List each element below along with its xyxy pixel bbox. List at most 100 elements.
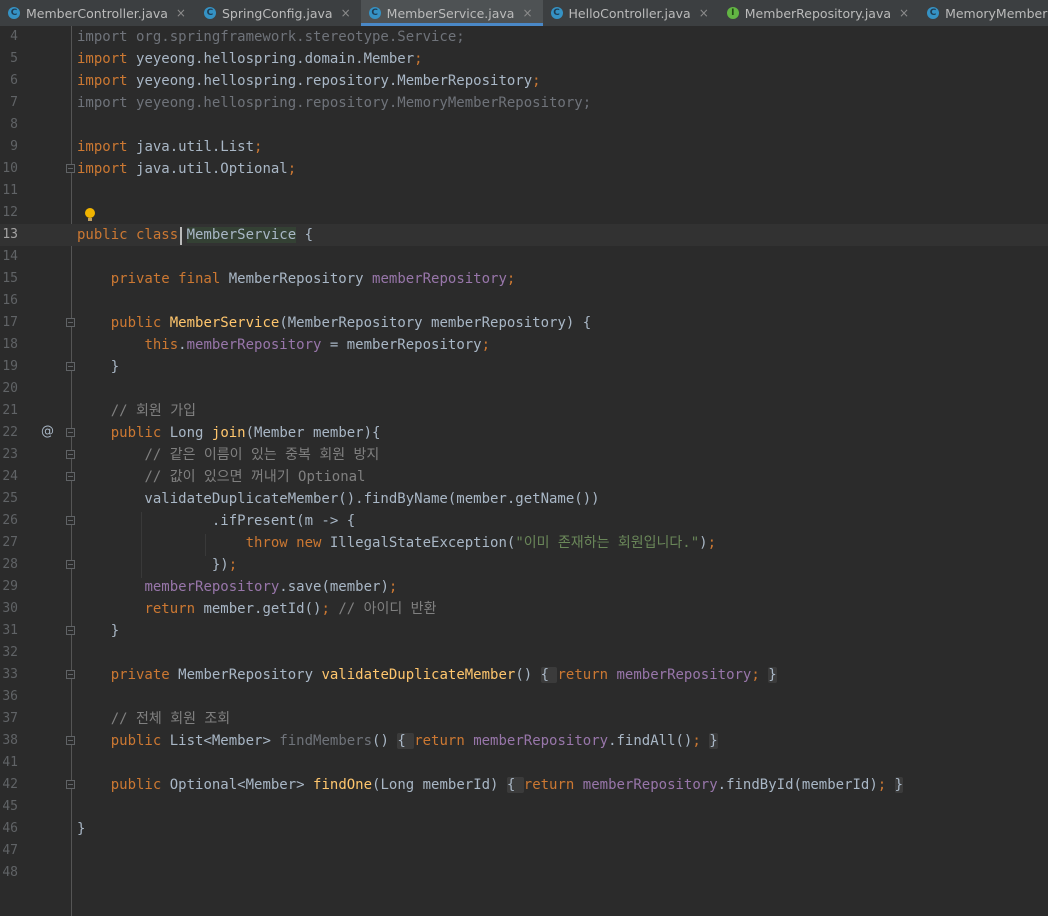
interface-icon: I: [726, 7, 739, 19]
line-number: 41: [2, 755, 18, 770]
code-line[interactable]: 19 }: [0, 356, 1048, 378]
tab-memberservice[interactable]: C MemberService.java ×: [360, 0, 543, 26]
code-line[interactable]: 11: [0, 180, 1048, 202]
code-line[interactable]: 45: [0, 796, 1048, 818]
fold-toggle-icon[interactable]: [66, 626, 75, 635]
fold-toggle-icon[interactable]: [66, 736, 75, 745]
close-icon[interactable]: ×: [341, 6, 351, 20]
line-number: 45: [2, 799, 18, 814]
code-line[interactable]: 32: [0, 642, 1048, 664]
fold-toggle-icon[interactable]: [66, 560, 75, 569]
code-text: import yeyeong.hellospring.repository.Me…: [77, 95, 592, 111]
fold-toggle-icon[interactable]: [66, 516, 75, 525]
line-number: 36: [2, 689, 18, 704]
code-text: throw new IllegalStateException("이미 존재하는…: [245, 535, 717, 551]
line-number: 15: [2, 271, 18, 286]
line-number: 37: [2, 711, 18, 726]
line-number: 23: [2, 447, 18, 462]
code-line[interactable]: 14: [0, 246, 1048, 268]
code-line[interactable]: 17 public MemberService(MemberRepository…: [0, 312, 1048, 334]
code-line[interactable]: 23 // 같은 이름이 있는 중복 회원 방지: [0, 444, 1048, 466]
code-line[interactable]: 16: [0, 290, 1048, 312]
override-icon[interactable]: @: [41, 424, 54, 439]
code-line[interactable]: 29 memberRepository.save(member);: [0, 576, 1048, 598]
code-line[interactable]: 15 private final MemberRepository member…: [0, 268, 1048, 290]
code-line[interactable]: 24 // 값이 있으면 꺼내기 Optional: [0, 466, 1048, 488]
line-number: 16: [2, 293, 18, 308]
code-line[interactable]: 27 throw new IllegalStateException("이미 존…: [0, 532, 1048, 554]
line-number: 32: [2, 645, 18, 660]
fold-toggle-icon[interactable]: [66, 362, 75, 371]
code-line[interactable]: 47: [0, 840, 1048, 862]
code-line[interactable]: 8: [0, 114, 1048, 136]
tab-label: HelloController.java: [568, 5, 691, 21]
fold-toggle-icon[interactable]: [66, 670, 75, 679]
class-icon: C: [550, 7, 563, 19]
code-line[interactable]: 42 public Optional<Member> findOne(Long …: [0, 774, 1048, 796]
code-line[interactable]: 33 private MemberRepository validateDupl…: [0, 664, 1048, 686]
tab-label: MemberController.java: [26, 5, 168, 21]
line-number: 9: [10, 139, 18, 154]
code-line[interactable]: 41: [0, 752, 1048, 774]
fold-toggle-icon[interactable]: [66, 318, 75, 327]
code-line[interactable]: 48: [0, 862, 1048, 884]
fold-toggle-icon[interactable]: [66, 472, 75, 481]
line-number: 24: [2, 469, 18, 484]
code-line[interactable]: 6 import yeyeong.hellospring.repository.M…: [0, 70, 1048, 92]
tab-hellocontroller[interactable]: C HelloController.java ×: [543, 0, 719, 26]
code-line[interactable]: 30 return member.getId(); // 아이디 반환: [0, 598, 1048, 620]
code-line[interactable]: 46}: [0, 818, 1048, 840]
tab-membercontroller[interactable]: C MemberController.java ×: [0, 0, 196, 26]
close-icon[interactable]: ×: [522, 6, 532, 20]
code-line[interactable]: 28 });: [0, 554, 1048, 576]
code-line[interactable]: 5 import yeyeong.hellospring.domain.Membe…: [0, 48, 1048, 70]
code-editor[interactable]: 4 import org.springframework.stereotype.S…: [0, 26, 1048, 916]
tab-springconfig[interactable]: C SpringConfig.java ×: [196, 0, 361, 26]
fold-toggle-icon[interactable]: [66, 450, 75, 459]
code-line[interactable]: 4 import org.springframework.stereotype.S…: [0, 26, 1048, 48]
code-line[interactable]: 25 validateDuplicateMember().findByName(…: [0, 488, 1048, 510]
fold-toggle-icon[interactable]: [66, 164, 75, 173]
code-line[interactable]: 13 public class MemberService {: [0, 224, 1048, 246]
code-text: import yeyeong.hellospring.domain.Member…: [77, 51, 423, 67]
line-number: 30: [2, 601, 18, 616]
code-line[interactable]: 12: [0, 202, 1048, 224]
code-line[interactable]: 37 // 전체 회원 조회: [0, 708, 1048, 730]
code-line[interactable]: 7 import yeyeong.hellospring.repository.M…: [0, 92, 1048, 114]
code-line[interactable]: 18 this.memberRepository = memberReposit…: [0, 334, 1048, 356]
tab-memberrepository[interactable]: I MemberRepository.java ×: [719, 0, 919, 26]
code-text: import yeyeong.hellospring.repository.Me…: [77, 73, 541, 89]
code-text: public List<Member> findMembers() { retu…: [110, 733, 718, 749]
code-text: public Long join(Member member){: [110, 425, 381, 441]
close-icon[interactable]: ×: [176, 6, 186, 20]
code-line[interactable]: 31 }: [0, 620, 1048, 642]
line-number: 19: [2, 359, 18, 374]
line-number: 26: [2, 513, 18, 528]
tab-memorymemberrepository[interactable]: CMemoryMemberRepository.java×: [919, 0, 1048, 26]
code-line[interactable]: 20: [0, 378, 1048, 400]
code-text: // 회원 가입: [110, 403, 196, 419]
line-number: 31: [2, 623, 18, 638]
line-number: 25: [2, 491, 18, 506]
code-text: import org.springframework.stereotype.Se…: [77, 29, 465, 45]
code-line[interactable]: 9 import java.util.List;: [0, 136, 1048, 158]
close-icon[interactable]: ×: [699, 6, 709, 20]
tab-label: SpringConfig.java: [221, 5, 333, 21]
class-icon: C: [368, 7, 381, 19]
code-line[interactable]: 26 .ifPresent(m -> {: [0, 510, 1048, 532]
code-text: }: [77, 623, 120, 639]
fold-toggle-icon[interactable]: [66, 780, 75, 789]
code-line[interactable]: 36: [0, 686, 1048, 708]
editor-tab-bar: C MemberController.java × C SpringConfig.jav…: [0, 0, 1048, 27]
code-line[interactable]: 21 // 회원 가입: [0, 400, 1048, 422]
line-number: 29: [2, 579, 18, 594]
code-line[interactable]: 22 public Long join(Member member){: [0, 422, 1048, 444]
class-icon: C: [927, 7, 940, 19]
code-text: validateDuplicateMember().findByName(mem…: [77, 491, 600, 507]
line-number: 21: [2, 403, 18, 418]
line-number: 18: [2, 337, 18, 352]
code-line[interactable]: 38 public List<Member> findMembers() { r…: [0, 730, 1048, 752]
code-line[interactable]: 10 import java.util.Optional;: [0, 158, 1048, 180]
fold-toggle-icon[interactable]: [66, 428, 75, 437]
close-icon[interactable]: ×: [899, 6, 909, 20]
